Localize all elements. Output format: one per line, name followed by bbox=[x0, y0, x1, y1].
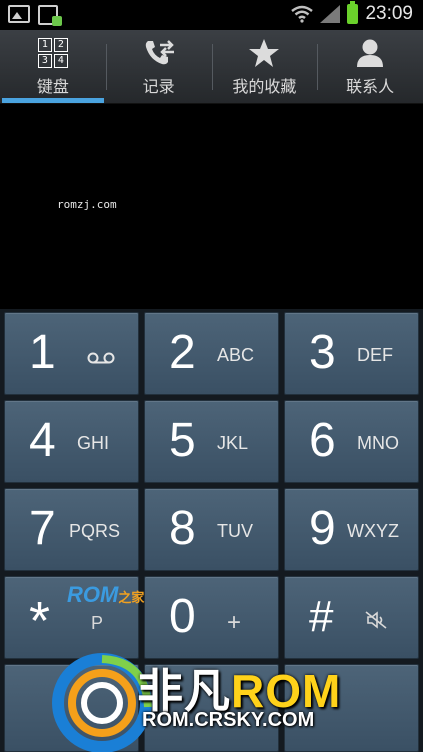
key-digit: 4 bbox=[29, 414, 56, 467]
key-digit: 9 bbox=[309, 502, 336, 555]
key-letters: PQRS bbox=[69, 521, 121, 541]
key-digit: 3 bbox=[309, 326, 336, 379]
tab-call-log[interactable]: 记录 bbox=[105, 30, 212, 103]
wifi-icon bbox=[291, 5, 314, 23]
key-letters: + bbox=[227, 609, 242, 636]
person-icon bbox=[355, 37, 385, 69]
tab-label: 记录 bbox=[142, 76, 175, 96]
tab-keypad[interactable]: 1 2 3 4 键盘 bbox=[0, 30, 106, 103]
key-letters: GHI bbox=[77, 433, 110, 453]
key-letters: WXYZ bbox=[347, 521, 399, 541]
key-2[interactable]: 2 ABC bbox=[144, 312, 279, 395]
tab-bar: 1 2 3 4 键盘 记录 我的收藏 联系人 bbox=[0, 30, 423, 104]
signal-icon bbox=[320, 5, 341, 23]
key-letters: MNO bbox=[357, 433, 399, 453]
voicemail-icon bbox=[87, 352, 115, 364]
key-digit: 6 bbox=[309, 414, 336, 467]
key-1[interactable]: 1 bbox=[4, 312, 139, 395]
key-letters: P bbox=[91, 613, 104, 633]
key-digit: 8 bbox=[169, 502, 196, 555]
keypad-icon-digit: 3 bbox=[37, 53, 52, 68]
key-hash[interactable]: # bbox=[284, 576, 419, 659]
system-icons: 23:09 bbox=[291, 1, 413, 25]
key-9[interactable]: 9 WXYZ bbox=[284, 488, 419, 571]
tab-label: 键盘 bbox=[36, 76, 69, 96]
key-7[interactable]: 7 PQRS bbox=[4, 488, 139, 571]
status-time: 23:09 bbox=[365, 3, 413, 24]
key-digit: 1 bbox=[29, 326, 56, 379]
mute-icon bbox=[365, 611, 387, 629]
status-bar: 23:09 bbox=[0, 0, 423, 30]
key-letters: ABC bbox=[217, 345, 255, 365]
call-log-icon bbox=[142, 37, 176, 69]
key-digit: 0 bbox=[169, 590, 196, 643]
key-digit: # bbox=[309, 592, 334, 641]
key-4[interactable]: 4 GHI bbox=[4, 400, 139, 483]
keypad-icon: 1 2 3 4 bbox=[37, 37, 68, 69]
rom-zhijia-watermark: ROM之家 bbox=[67, 582, 144, 608]
tab-label: 联系人 bbox=[346, 76, 395, 96]
usb-notification-icon bbox=[38, 5, 62, 26]
keypad-icon-digit: 4 bbox=[53, 53, 68, 68]
image-notification-icon bbox=[8, 5, 30, 23]
key-letters: TUV bbox=[217, 521, 253, 541]
key-digit: * bbox=[29, 591, 51, 651]
key-8[interactable]: 8 TUV bbox=[144, 488, 279, 571]
tab-contacts[interactable]: 联系人 bbox=[317, 30, 423, 103]
notification-icons bbox=[8, 5, 62, 26]
key-5[interactable]: 5 JKL bbox=[144, 400, 279, 483]
key-6[interactable]: 6 MNO bbox=[284, 400, 419, 483]
battery-icon bbox=[347, 1, 359, 24]
number-display[interactable]: romzj.com bbox=[0, 104, 423, 309]
tab-favorites[interactable]: 我的收藏 bbox=[211, 30, 318, 103]
key-digit: 7 bbox=[29, 502, 56, 555]
keypad-icon-digit: 2 bbox=[53, 37, 68, 52]
key-letters: DEF bbox=[357, 345, 393, 365]
watermark-text: ROM bbox=[67, 582, 119, 607]
keypad-icon-digit: 1 bbox=[37, 37, 52, 52]
crsky-url: ROM.CRSKY.COM bbox=[142, 709, 315, 731]
display-watermark: romzj.com bbox=[57, 198, 117, 211]
key-letters: JKL bbox=[217, 433, 249, 453]
watermark-text: 之家 bbox=[118, 590, 145, 605]
key-digit: 2 bbox=[169, 326, 196, 379]
key-3[interactable]: 3 DEF bbox=[284, 312, 419, 395]
key-0[interactable]: 0 + bbox=[144, 576, 279, 659]
star-icon bbox=[248, 37, 280, 69]
tab-label: 我的收藏 bbox=[232, 76, 297, 96]
key-digit: 5 bbox=[169, 414, 196, 467]
active-tab-indicator bbox=[2, 98, 104, 103]
